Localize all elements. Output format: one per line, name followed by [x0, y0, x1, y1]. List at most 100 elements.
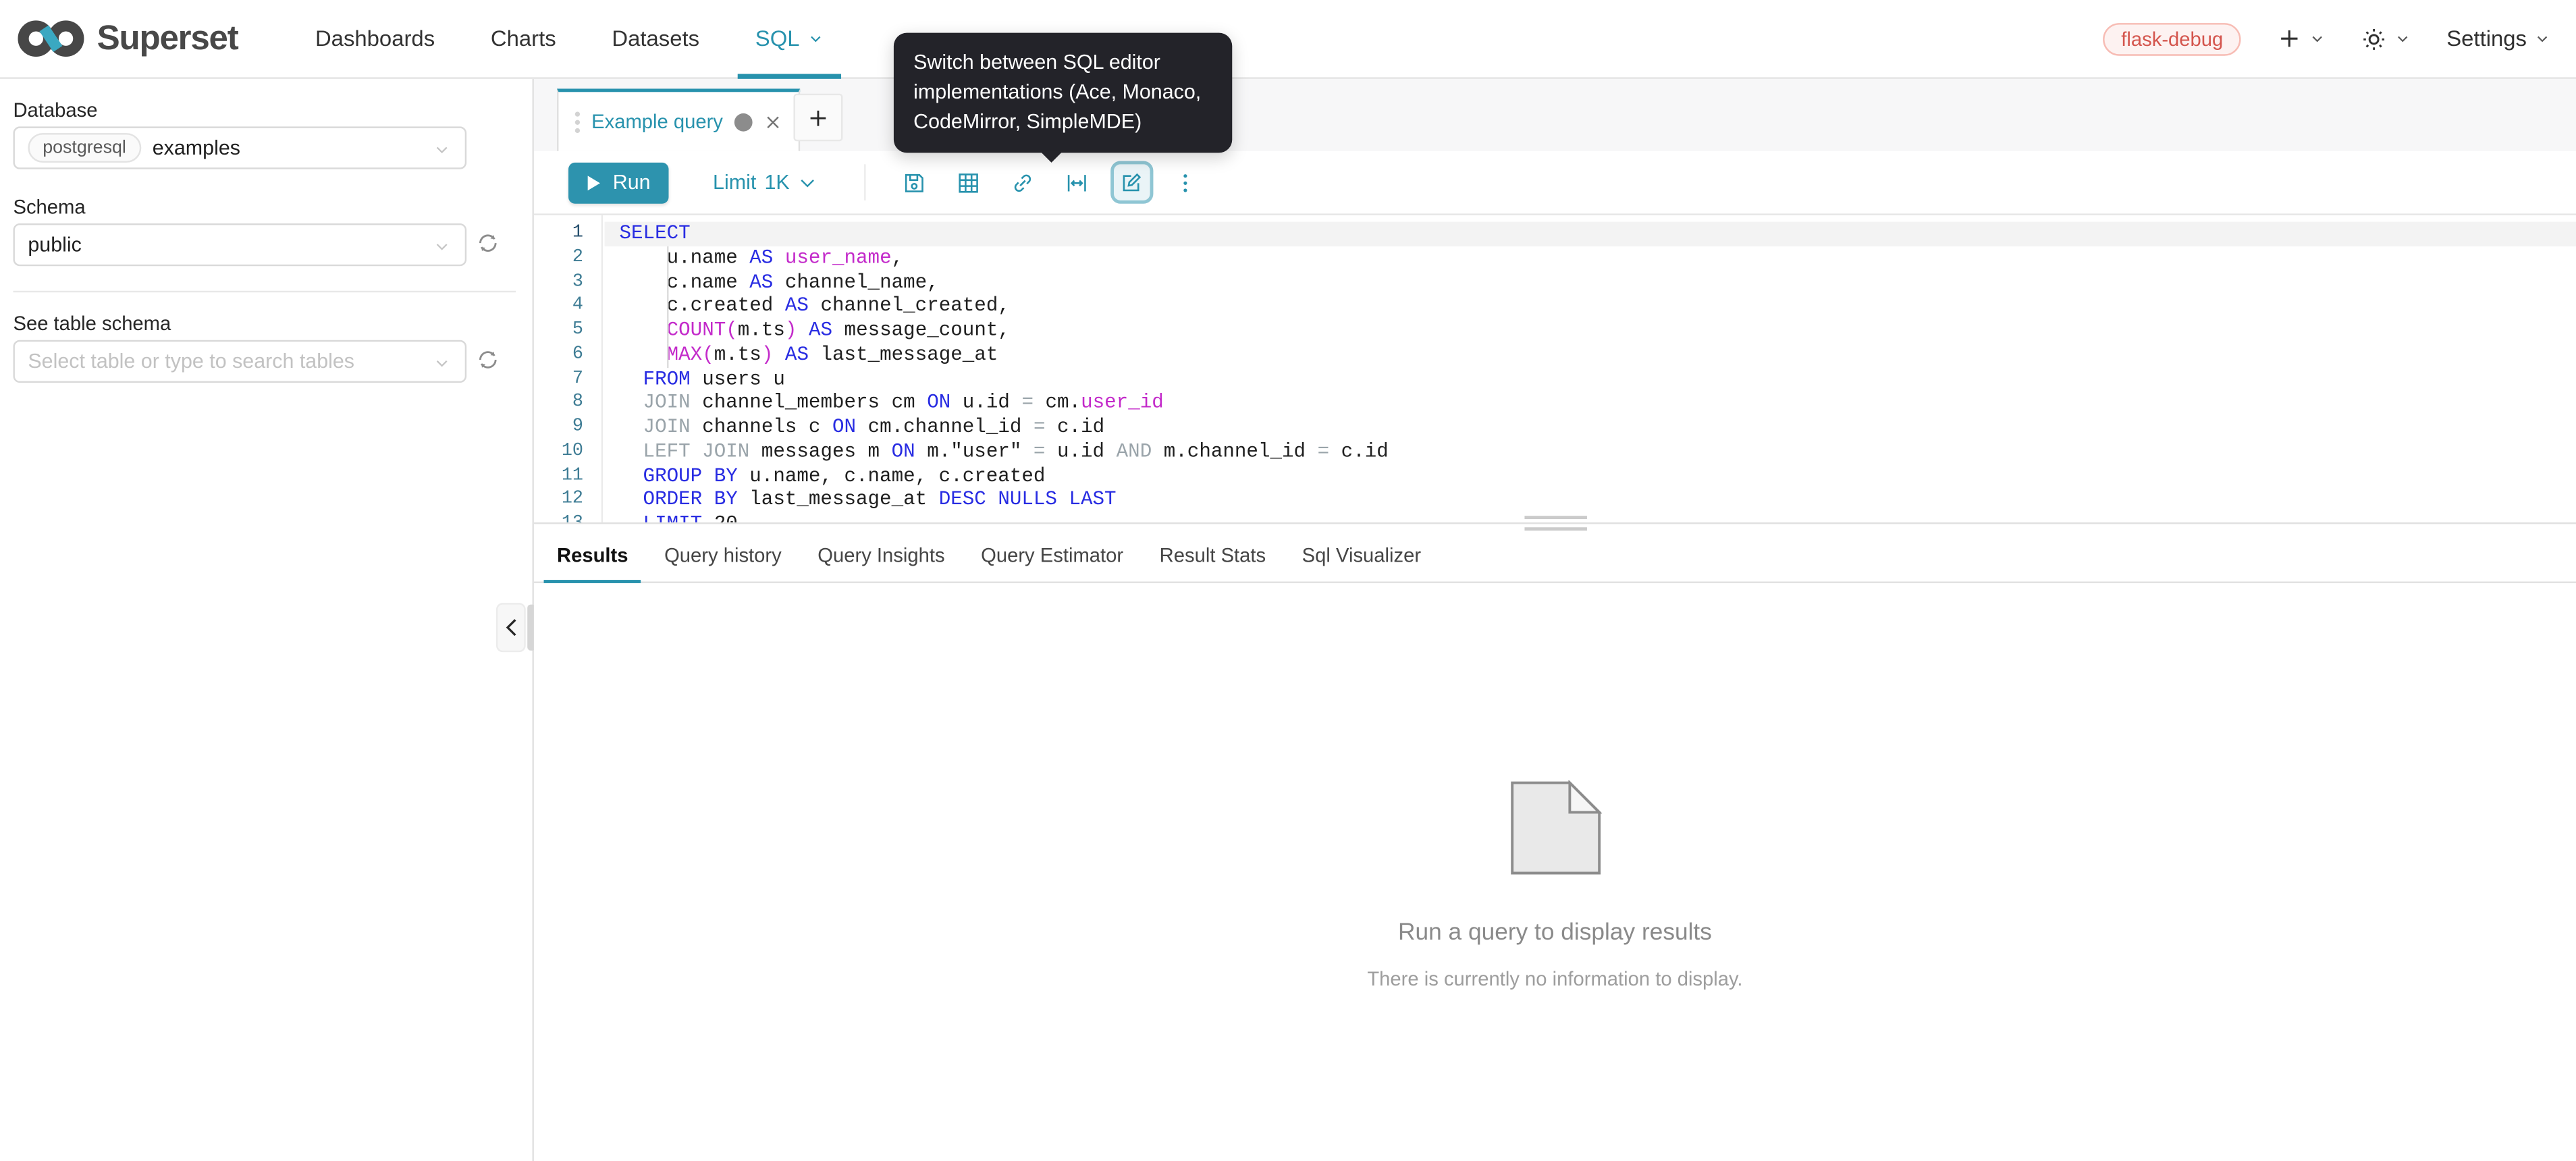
toolbar-icons [882, 161, 1207, 203]
edit-button[interactable] [1110, 161, 1152, 203]
nav-item-charts[interactable]: Charts [462, 0, 584, 78]
chevron-left-icon [504, 618, 517, 637]
line-number: 11 [534, 464, 601, 489]
schema-select[interactable]: public [13, 223, 466, 266]
superset-logo[interactable]: Superset [16, 16, 238, 61]
results-tab-query-insights[interactable]: Query Insights [805, 528, 958, 582]
toolbar-separator [863, 164, 865, 200]
drag-handle-icon[interactable] [575, 111, 580, 132]
run-query-button[interactable]: Run [568, 162, 668, 203]
tab-example-query[interactable]: Example query [557, 88, 800, 151]
results-tab-query-estimator[interactable]: Query Estimator [968, 528, 1137, 582]
line-number: 7 [534, 367, 601, 392]
document-icon [1509, 780, 1601, 875]
line-number: 1 [534, 222, 601, 246]
line-number: 4 [534, 294, 601, 319]
more-options-button[interactable] [1164, 161, 1207, 203]
line-number: 10 [534, 440, 601, 464]
chevron-down-icon [2535, 31, 2550, 46]
schema-value: public [28, 234, 82, 256]
table-select-placeholder: Select table or type to search tables [28, 350, 354, 373]
schema-label: Schema [13, 196, 85, 219]
line-number: 3 [534, 270, 601, 294]
chevron-down-icon [798, 173, 816, 192]
code-line: c.name AS channel_name, [605, 270, 2576, 294]
editor-tabstrip: Example query [534, 79, 2576, 151]
database-label: Database [13, 99, 97, 122]
table-icon [957, 170, 982, 195]
main-nav: DashboardsChartsDatasetsSQL [288, 0, 851, 78]
code-line: ORDER BY last_message_at DESC NULLS LAST [605, 489, 2576, 513]
plus-icon [807, 106, 830, 129]
sql-code-editor[interactable]: 12345678910111213 SELECT u.name AS user_… [534, 213, 2576, 522]
table-select[interactable]: Select table or type to search tables [13, 340, 466, 383]
link-button[interactable] [1002, 161, 1044, 203]
settings-menu[interactable]: Settings [2446, 26, 2550, 51]
limit-dropdown[interactable]: Limit 1K [713, 171, 816, 194]
line-number: 9 [534, 416, 601, 440]
editor-toolbar: Run Limit 1K [534, 151, 2576, 213]
empty-results-subtitle: There is currently no information to dis… [534, 967, 2576, 990]
results-panel: Run a query to display results There is … [534, 583, 2576, 1161]
line-number: 8 [534, 392, 601, 416]
line-number: 6 [534, 343, 601, 367]
limit-label: Limit [713, 171, 756, 194]
save-icon [902, 170, 927, 195]
code-line: JOIN channel_members cm ON u.id = cm.use… [605, 392, 2576, 416]
collapse-sidebar-button[interactable] [496, 603, 526, 652]
refresh-tables-button[interactable] [475, 348, 501, 375]
new-tab-button[interactable] [793, 94, 842, 142]
database-type-badge: postgresql [28, 133, 140, 163]
code-line: c.created AS channel_created, [605, 294, 2576, 319]
database-value: examples [153, 136, 240, 159]
play-icon [587, 173, 601, 192]
code-line: COUNT(m.ts) AS message_count, [605, 319, 2576, 343]
column-width-icon [1065, 170, 1090, 195]
save-button[interactable] [893, 161, 936, 203]
chevron-down-icon [2396, 31, 2411, 46]
code-line: MAX(m.ts) AS last_message_at [605, 343, 2576, 367]
chevron-down-icon [433, 141, 450, 157]
query-status-dot [734, 113, 753, 131]
code-line: LIMIT 20 [605, 513, 2576, 522]
app-header: Superset DashboardsChartsDatasetsSQL fla… [0, 0, 2576, 79]
code-line: FROM users u [605, 367, 2576, 392]
table-button[interactable] [947, 161, 990, 203]
close-tab-icon[interactable] [764, 113, 782, 131]
editor-resize-handle[interactable] [534, 522, 2576, 524]
empty-results-title: Run a query to display results [534, 920, 2576, 946]
line-number-gutter: 12345678910111213 [534, 215, 603, 522]
settings-label: Settings [2446, 26, 2527, 51]
database-select[interactable]: postgresql examples [13, 126, 466, 169]
new-item-button[interactable] [2278, 26, 2326, 51]
more-icon [1173, 170, 1198, 195]
results-tab-query-history[interactable]: Query history [651, 528, 795, 582]
refresh-icon [477, 348, 500, 371]
refresh-icon [477, 232, 500, 254]
theme-toggle-button[interactable] [2361, 26, 2411, 52]
chevron-down-icon [808, 31, 823, 46]
sidebar-divider-line [13, 291, 516, 292]
results-tab-sql-visualizer[interactable]: Sql Visualizer [1289, 528, 1434, 582]
nav-item-sql[interactable]: SQL [727, 0, 851, 78]
column-width-button[interactable] [1056, 161, 1098, 203]
line-number: 12 [534, 489, 601, 513]
chevron-down-icon [2310, 31, 2325, 46]
table-schema-label: See table schema [13, 312, 171, 335]
line-number: 13 [534, 513, 601, 522]
brand-name: Superset [97, 19, 238, 58]
refresh-schemas-button[interactable] [475, 232, 501, 258]
sql-lab-sidebar: Database postgresql examples Schema publ… [0, 79, 533, 1161]
line-number: 5 [534, 319, 601, 343]
run-label: Run [613, 171, 651, 194]
chevron-down-icon [433, 238, 450, 254]
south-pane-tabs: ResultsQuery historyQuery InsightsQuery … [534, 529, 2576, 583]
empty-results-state: Run a query to display results There is … [534, 780, 2576, 991]
superset-logo-icon [16, 16, 85, 61]
code-line: GROUP BY u.name, c.name, c.created [605, 464, 2576, 489]
results-tab-results[interactable]: Results [544, 528, 641, 582]
results-tab-result-stats[interactable]: Result Stats [1146, 528, 1279, 582]
nav-item-dashboards[interactable]: Dashboards [288, 0, 463, 78]
link-icon [1011, 170, 1036, 195]
nav-item-datasets[interactable]: Datasets [584, 0, 727, 78]
